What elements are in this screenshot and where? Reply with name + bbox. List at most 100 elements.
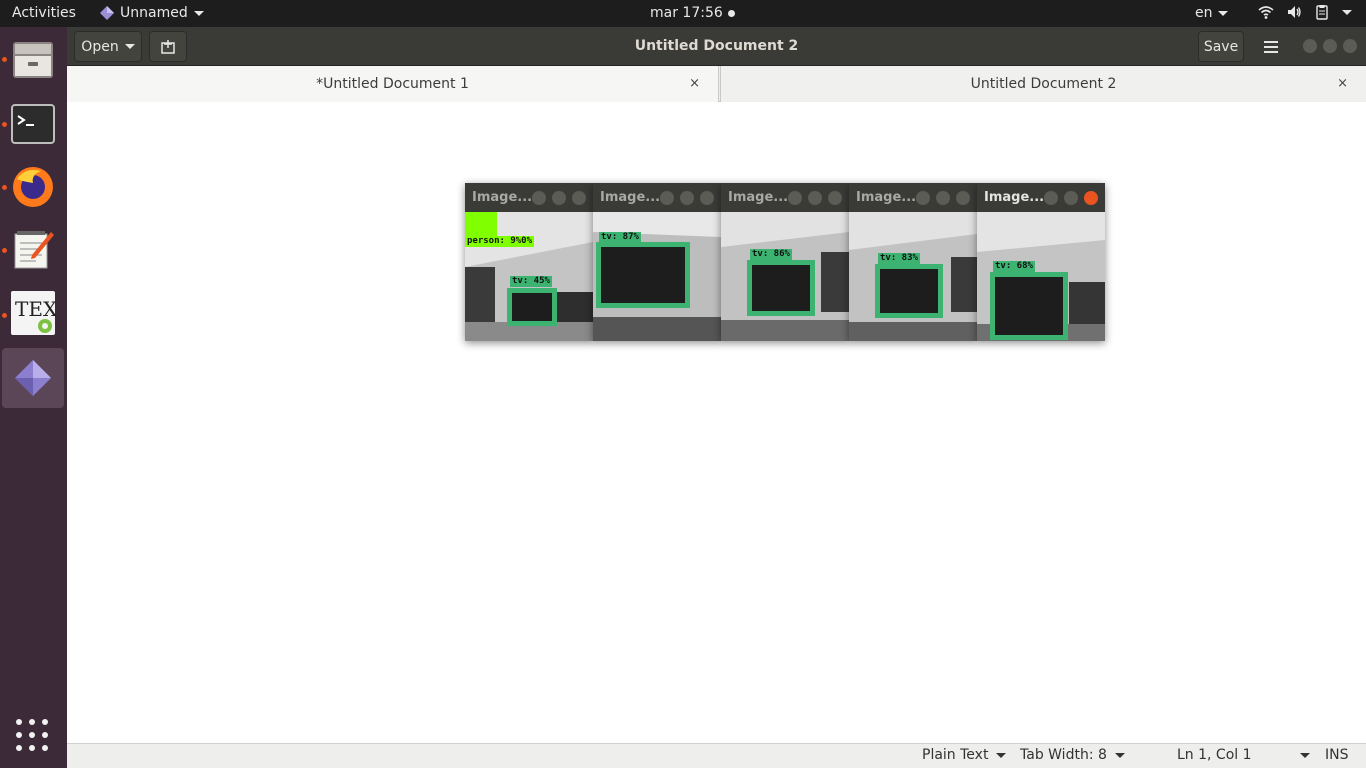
app-menu[interactable]: Unnamed xyxy=(100,5,204,21)
show-applications-button[interactable] xyxy=(16,719,50,753)
detection-label: person: 9%0% xyxy=(465,236,535,247)
detection-box xyxy=(507,288,557,326)
image-window-title: Image... xyxy=(984,190,1045,205)
top-bar: Activities Unnamed mar 17:56 en xyxy=(0,0,1366,27)
hamburger-icon xyxy=(1264,40,1278,53)
notification-dot-icon xyxy=(727,9,735,17)
window-title: Untitled Document 2 xyxy=(634,38,799,54)
dock-item-unnamed[interactable] xyxy=(2,348,64,408)
maximize-button[interactable] xyxy=(936,191,950,205)
maximize-button[interactable] xyxy=(1323,39,1337,53)
tab-width-label: Tab Width: 8 xyxy=(1020,747,1107,763)
close-button[interactable] xyxy=(1343,39,1357,53)
detection-box xyxy=(596,242,690,308)
camera-frame: tv: 83% xyxy=(849,212,977,341)
app-menu-label: Unnamed xyxy=(120,5,188,21)
insert-mode-label: INS xyxy=(1325,747,1349,763)
detection-label: tv: 83% xyxy=(878,253,920,264)
camera-frame: tv: 87% xyxy=(593,212,721,341)
maximize-button[interactable] xyxy=(552,191,566,205)
text-editor-icon xyxy=(14,231,54,269)
image-window[interactable]: Image... tv: 68% xyxy=(977,183,1105,341)
chevron-down-icon xyxy=(1299,752,1310,758)
tab-untitled-document-2[interactable]: Untitled Document 2 × xyxy=(720,66,1366,102)
save-label: Save xyxy=(1203,38,1239,55)
camera-frame: tv: 86% xyxy=(721,212,849,341)
gedit-window: Open Untitled Document 2 Save *Untitled … xyxy=(67,27,1366,768)
chevron-down-icon xyxy=(1217,10,1228,16)
image-window[interactable]: Image... tv: 87% xyxy=(593,183,721,341)
image-window[interactable]: Image... tv: 83% xyxy=(849,183,977,341)
detection-box xyxy=(990,272,1068,340)
tab-untitled-document-1[interactable]: *Untitled Document 1 × xyxy=(67,66,719,102)
insert-mode-indicator: INS xyxy=(1325,747,1349,763)
camera-frame: tv: 68% xyxy=(977,212,1105,341)
tab-label: *Untitled Document 1 xyxy=(316,76,469,92)
tex-icon: TEX xyxy=(11,291,56,335)
image-window[interactable]: Image... person: 9%0% tv: 45% xyxy=(465,183,593,341)
tab-bar: *Untitled Document 1 × Untitled Document… xyxy=(67,66,1366,102)
maximize-button[interactable] xyxy=(808,191,822,205)
minimize-button[interactable] xyxy=(660,191,674,205)
detection-box xyxy=(747,260,815,316)
dock-item-files[interactable] xyxy=(2,30,64,90)
minimize-button[interactable] xyxy=(1303,39,1317,53)
dock-item-firefox[interactable] xyxy=(2,157,64,217)
volume-icon xyxy=(1288,6,1301,18)
hamburger-menu-button[interactable] xyxy=(1253,31,1289,62)
chevron-down-icon xyxy=(193,10,204,16)
detection-box xyxy=(875,264,943,318)
minimize-button[interactable] xyxy=(532,191,546,205)
terminal-icon xyxy=(11,104,55,144)
close-button[interactable] xyxy=(956,191,970,205)
image-window-title: Image... xyxy=(472,190,533,205)
save-button[interactable]: Save xyxy=(1198,31,1244,62)
dock-item-texmaker[interactable]: TEX xyxy=(2,283,64,343)
firefox-icon xyxy=(13,167,53,207)
language-selector[interactable]: en xyxy=(1195,5,1228,21)
syntax-selector[interactable]: Plain Text xyxy=(922,747,1007,763)
image-window-title: Image... xyxy=(856,190,917,205)
person-box xyxy=(465,212,497,236)
chevron-down-icon xyxy=(1342,9,1352,15)
maximize-button[interactable] xyxy=(1064,191,1078,205)
dock: TEX xyxy=(0,27,67,768)
header-bar: Open Untitled Document 2 Save xyxy=(67,27,1366,66)
detection-label: tv: 86% xyxy=(750,249,792,260)
camera-frame: person: 9%0% tv: 45% xyxy=(465,212,593,341)
close-button[interactable] xyxy=(572,191,586,205)
image-window-title: Image... xyxy=(600,190,661,205)
language-label: en xyxy=(1195,5,1213,21)
detection-label: tv: 68% xyxy=(993,261,1035,272)
status-bar: Plain Text Tab Width: 8 Ln 1, Col 1 INS xyxy=(67,743,1366,768)
chevron-down-icon xyxy=(996,752,1007,758)
gem-icon xyxy=(15,360,51,396)
chevron-down-icon xyxy=(1114,752,1125,758)
wifi-icon xyxy=(1258,6,1274,19)
syntax-label: Plain Text xyxy=(922,747,989,763)
close-button[interactable] xyxy=(700,191,714,205)
tab-label: Untitled Document 2 xyxy=(970,76,1117,92)
svg-text:TEX: TEX xyxy=(15,297,56,321)
clock[interactable]: mar 17:56 xyxy=(650,5,735,21)
tab-width-selector[interactable]: Tab Width: 8 xyxy=(1020,747,1125,763)
minimize-button[interactable] xyxy=(788,191,802,205)
close-button[interactable] xyxy=(1084,191,1098,205)
dock-item-terminal[interactable] xyxy=(2,94,64,154)
close-tab-icon[interactable]: × xyxy=(1337,76,1348,91)
image-window-title: Image... xyxy=(728,190,789,205)
clock-text: mar 17:56 xyxy=(650,5,723,21)
image-window[interactable]: Image... tv: 86% xyxy=(721,183,849,341)
cursor-position-selector[interactable]: Ln 1, Col 1 xyxy=(1177,747,1310,763)
detection-label: tv: 45% xyxy=(510,276,552,287)
dock-item-text-editor[interactable] xyxy=(2,220,64,280)
close-button[interactable] xyxy=(828,191,842,205)
system-tray[interactable] xyxy=(1258,4,1352,20)
activities-button[interactable]: Activities xyxy=(12,5,76,21)
clipboard-icon xyxy=(1316,5,1328,20)
minimize-button[interactable] xyxy=(1044,191,1058,205)
maximize-button[interactable] xyxy=(680,191,694,205)
close-tab-icon[interactable]: × xyxy=(689,76,700,91)
minimize-button[interactable] xyxy=(916,191,930,205)
cursor-position-label: Ln 1, Col 1 xyxy=(1177,747,1252,763)
